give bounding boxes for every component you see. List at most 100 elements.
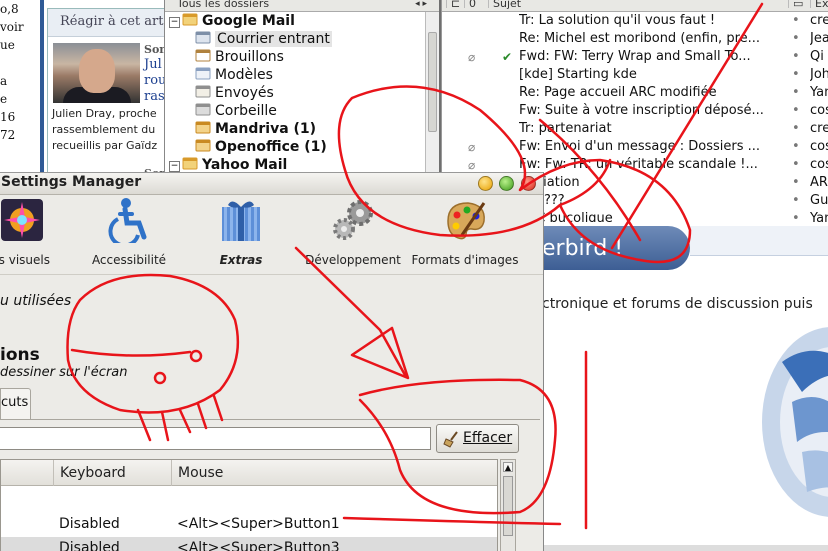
drafts-icon [195, 48, 211, 62]
folder-label: Mandriva (1) [215, 121, 317, 137]
react-box-header[interactable]: Réagir à cet artic [48, 9, 165, 37]
message-subject: Fwd: FW: Terry Wrap and Small To... [519, 49, 751, 64]
filter-input[interactable] [0, 427, 431, 450]
window-titlebar[interactable]: Settings Manager [0, 173, 543, 195]
message-row[interactable]: ⌀ Fw: Envoi d'un message : Dossiers ... • c… [442, 138, 828, 156]
keyboard-cell: Disabled [59, 516, 120, 532]
thunderbird-logo-icon [762, 327, 828, 517]
message-row[interactable]: ⌀ ✔ Fwd: FW: Terry Wrap and Small To... • Qi [442, 48, 828, 66]
minimize-button[interactable] [478, 176, 493, 191]
table-scrollbar[interactable]: ▲ [500, 459, 516, 551]
collapse-toggle-icon[interactable]: − [169, 161, 180, 172]
tool-extras[interactable]: Extras [203, 195, 279, 275]
table-header: Keyboard Mouse [1, 460, 497, 486]
folder-scrollbar[interactable] [425, 12, 439, 175]
column-name-header[interactable] [1, 460, 53, 486]
read-status-icon[interactable]: • [792, 138, 800, 156]
article-link[interactable]: Jul rou ras [144, 57, 165, 105]
section-title: ions [0, 345, 40, 365]
folder-item[interactable]: Envoyés [165, 84, 439, 102]
article-link-line[interactable]: Jul [144, 57, 165, 73]
thread-column-icon[interactable]: ⊏ [446, 0, 462, 9]
message-row[interactable]: Tr: La solution qu'il vous faut ! • cre [442, 12, 828, 30]
folder-item[interactable]: Modèles [165, 66, 439, 84]
tab-label: cuts [1, 395, 29, 410]
read-status-icon[interactable]: • [792, 84, 800, 102]
table-row[interactable]: Disabled <Alt><Super>Button1 [1, 513, 497, 535]
message-subject: [kde] Starting kde [519, 67, 637, 82]
collapse-toggle-icon[interactable]: − [169, 17, 180, 28]
message-row[interactable]: Re: Michel est moribond (enfin, pre... • J… [442, 30, 828, 48]
folder-item[interactable]: Openoffice (1) [165, 138, 439, 156]
sommaire-label: Son [144, 43, 166, 56]
folder-tree: − Google Mail Courrier entrant Brouillons Mo… [165, 12, 439, 174]
table-row[interactable]: Disabled <Alt><Super>Button3 [1, 537, 497, 551]
tool-image-formats[interactable]: Formats d'images [410, 195, 520, 275]
column-keyboard-header[interactable]: Keyboard [53, 460, 171, 486]
tool-label: Développement [305, 253, 401, 267]
message-sender: Yan [810, 85, 828, 100]
message-sender: cre [810, 13, 828, 28]
read-status-icon[interactable]: • [792, 156, 800, 174]
column-divider [40, 0, 44, 175]
read-column-icon[interactable]: ▭ [788, 0, 808, 9]
folder-item[interactable]: − Google Mail [165, 12, 439, 30]
article-link-line[interactable]: rou [144, 73, 165, 89]
read-status-icon[interactable]: • [792, 30, 800, 48]
tool-development[interactable]: Développement [303, 195, 403, 275]
message-sender: Jea [810, 31, 828, 46]
folder-pane-header[interactable]: Tous les dossiers ◂ ▸ [165, 0, 439, 12]
tool-label: Accessibilité [91, 253, 167, 267]
subject-column[interactable]: Sujet [488, 0, 788, 9]
message-row[interactable]: Re: Page accueil ARC modifiée • Yan [442, 84, 828, 102]
caption-line: rassemblement du [52, 123, 156, 136]
tool-accessibility[interactable]: Accessibilité [86, 195, 172, 275]
clear-button[interactable]: Effacer [436, 424, 519, 453]
scroll-thumb[interactable] [503, 476, 513, 536]
folder-label: Envoyés [215, 85, 274, 101]
category-toolbar: ts visuels Accessibilité [0, 195, 543, 275]
attachment-column-icon[interactable]: 0 [464, 0, 486, 9]
message-subject: Fw: Suite à votre inscription déposé... [519, 103, 764, 118]
tool-label: Formats d'images [411, 253, 519, 267]
window-title: Settings Manager [1, 174, 142, 190]
message-subject: affiliation [519, 175, 580, 190]
read-status-icon[interactable]: • [792, 192, 800, 210]
article-link-line[interactable]: ras [144, 89, 165, 105]
welcome-description: ctronique et forums de discussion puis [542, 296, 813, 312]
read-status-icon[interactable]: • [792, 102, 800, 120]
message-list-header: ⊏ 0 Sujet ▭ Ex [442, 0, 828, 12]
scroll-up-icon[interactable]: ▲ [503, 462, 513, 472]
development-gears-icon [330, 197, 376, 243]
article-photo[interactable] [53, 43, 140, 103]
tool-visual-effects[interactable]: ts visuels [0, 195, 62, 275]
message-subject: Tr: partenariat [519, 121, 612, 136]
broom-icon [443, 431, 458, 448]
column-mouse-header[interactable]: Mouse [171, 460, 497, 486]
read-status-icon[interactable]: • [792, 120, 800, 138]
message-row[interactable]: Fw: Suite à votre inscription déposé... •… [442, 102, 828, 120]
folder-item[interactable]: Corbeille [165, 102, 439, 120]
message-subject: Tr: La solution qu'il vous faut ! [519, 13, 716, 28]
read-status-icon[interactable]: • [792, 12, 800, 30]
accessibility-icon [106, 197, 152, 248]
read-status-icon[interactable]: • [792, 66, 800, 84]
message-row[interactable]: Tr: partenariat • cre [442, 120, 828, 138]
tab-shortcuts[interactable]: cuts [0, 388, 31, 420]
read-status-icon[interactable]: • [792, 174, 800, 192]
sender-column[interactable]: Ex [810, 0, 828, 9]
message-row[interactable]: [kde] Starting kde • Joh [442, 66, 828, 84]
folder-view-arrows-icon[interactable]: ◂ ▸ [415, 0, 427, 9]
close-button[interactable] [521, 176, 536, 191]
text-line [0, 54, 44, 72]
welcome-title: erbird ! [542, 236, 624, 261]
maximize-button[interactable] [499, 176, 514, 191]
message-subject: Fw: Fw: TR: un véritable scandale !... [519, 157, 758, 172]
folder-item[interactable]: Courrier entrant [165, 30, 439, 48]
folder-item[interactable]: Brouillons [165, 48, 439, 66]
folder-item[interactable]: Mandriva (1) [165, 120, 439, 138]
settings-content: u utilisées ions dessiner sur l'écran cu… [0, 275, 543, 551]
read-status-icon[interactable]: • [792, 210, 800, 222]
read-status-icon[interactable]: • [792, 48, 800, 66]
table-row[interactable] [1, 486, 497, 508]
